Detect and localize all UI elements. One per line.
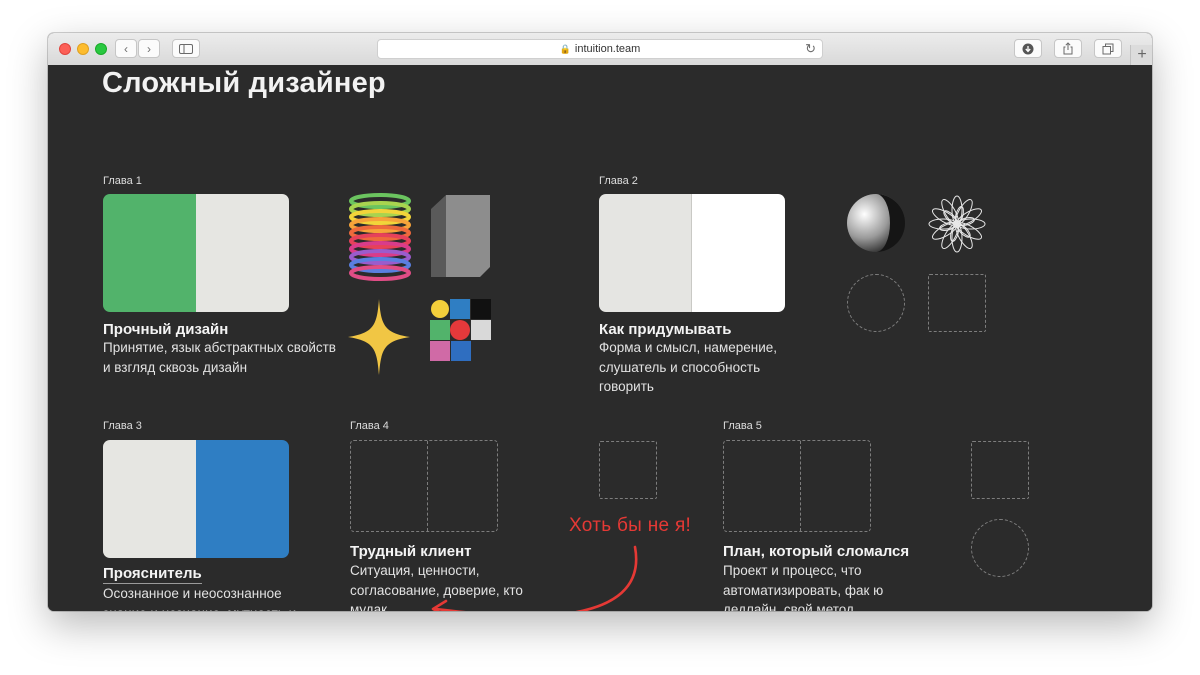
placeholder-square: [971, 441, 1029, 499]
chapter-1-label: Глава 1: [103, 175, 142, 187]
browser-window: ‹ › 🔒 intuition.team ↻ + Сложный дизайне…: [48, 33, 1152, 611]
moon-sphere-icon: [847, 194, 905, 252]
cover-left: [103, 440, 196, 558]
cover-right: [692, 194, 785, 312]
zoom-window-button[interactable]: [95, 43, 107, 55]
cover-right: [196, 440, 289, 558]
chapter-3-label: Глава 3: [103, 420, 142, 432]
new-tab-button[interactable]: +: [1130, 45, 1152, 65]
downloads-button[interactable]: [1014, 39, 1042, 58]
chapter-3-cover[interactable]: [103, 440, 289, 558]
chapter-4-label: Глава 4: [350, 420, 389, 432]
rainbow-spring-icon: [349, 193, 411, 281]
grey-block-icon: [431, 195, 490, 277]
address-bar[interactable]: 🔒 intuition.team ↻: [377, 39, 823, 59]
chapter-1-title[interactable]: Прочный дизайн: [103, 321, 228, 338]
chapter-2-cover[interactable]: [599, 194, 785, 312]
placeholder-square: [928, 274, 986, 332]
cover-divider: [427, 441, 428, 531]
download-icon: [1022, 43, 1034, 54]
placeholder-circle: [847, 274, 905, 332]
reload-icon[interactable]: ↻: [805, 41, 816, 57]
annotation-text: Хоть бы не я!: [569, 515, 692, 536]
chapter-5-title[interactable]: План, который сломался: [723, 543, 909, 560]
page-content: Сложный дизайнер Глава 1 Прочный дизайн …: [48, 65, 1152, 611]
chapter-1-description: Принятие, язык абстрактных свойств и взг…: [103, 340, 336, 375]
cover-right: [196, 194, 289, 312]
chapter-1-cover[interactable]: [103, 194, 289, 312]
browser-toolbar: ‹ › 🔒 intuition.team ↻ +: [48, 33, 1152, 66]
cover-left: [599, 194, 692, 312]
annotation-arrow-icon: [431, 545, 638, 611]
chapter-5-description: Проект и процесс, что автоматизировать, …: [723, 563, 884, 611]
chapter-2-description: Форма и смысл, намерение, слушатель и сп…: [599, 340, 777, 394]
color-grid-icon: [430, 299, 491, 361]
chapter-5-label: Глава 5: [723, 420, 762, 432]
minimize-window-button[interactable]: [77, 43, 89, 55]
forward-button[interactable]: ›: [138, 39, 160, 58]
plus-icon: +: [1137, 46, 1147, 63]
back-button[interactable]: ‹: [115, 39, 137, 58]
cover-left: [103, 194, 196, 312]
url-text: intuition.team: [574, 43, 641, 55]
page-title: Сложный дизайнер: [102, 67, 386, 99]
lock-icon: 🔒: [559, 43, 571, 54]
sidebar-button[interactable]: [172, 39, 200, 58]
close-window-button[interactable]: [59, 43, 71, 55]
placeholder-circle: [971, 519, 1029, 577]
share-button[interactable]: [1054, 39, 1082, 58]
chevron-left-icon: ‹: [124, 41, 128, 56]
chapter-2-label: Глава 2: [599, 175, 638, 187]
sparkle-star-icon: [348, 299, 410, 375]
chapter-5-cover-placeholder[interactable]: [723, 440, 871, 532]
chevron-right-icon: ›: [147, 41, 151, 56]
mandala-flower-icon: [928, 195, 986, 253]
chapter-2-title[interactable]: Как придумывать: [599, 321, 732, 338]
cover-divider: [800, 441, 801, 531]
chapter-3-title[interactable]: Прояснитель: [103, 565, 202, 584]
chapter-4-cover-placeholder[interactable]: [350, 440, 498, 532]
placeholder-square: [599, 441, 657, 499]
tabs-icon: [1102, 43, 1114, 54]
tab-overview-button[interactable]: [1094, 39, 1122, 58]
chapter-3-description: Осознанное и неосознанное знание и незна…: [103, 586, 296, 611]
sidebar-icon: [179, 43, 193, 54]
share-icon: [1063, 42, 1073, 55]
